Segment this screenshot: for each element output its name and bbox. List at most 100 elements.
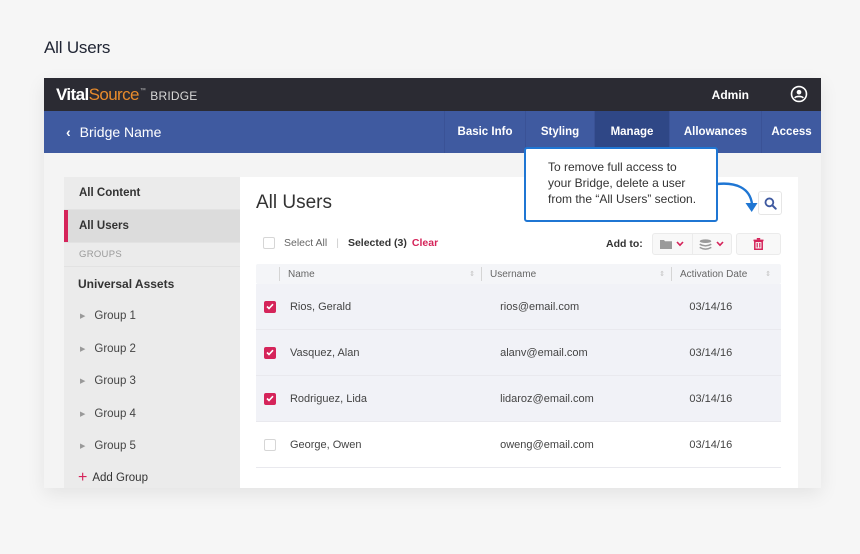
chevron-down-icon (716, 241, 724, 247)
cell-activation-date: 03/14/16 (689, 438, 733, 451)
sidebar-group-item[interactable]: ▶ Group 5 (64, 430, 240, 463)
add-group-button[interactable]: + Add Group (64, 463, 240, 489)
table-header: Name ⇕ Username ⇕ Activation Date ⇕ (256, 264, 781, 284)
expand-triangle-icon[interactable]: ▶ (80, 410, 85, 418)
sidebar-item-universal-assets[interactable]: Universal Assets (64, 267, 240, 300)
table-row[interactable] (256, 468, 781, 488)
add-to-controls: Add to: (606, 233, 732, 255)
column-divider (481, 267, 482, 281)
layers-icon (699, 238, 712, 250)
sidebar-item-all-content[interactable]: All Content (64, 177, 240, 210)
trash-icon (753, 238, 764, 250)
column-header-activation-date[interactable]: Activation Date ⇕ (671, 264, 781, 284)
expand-triangle-icon[interactable]: ▶ (80, 345, 85, 353)
add-to-label: Add to: (606, 238, 643, 250)
vitalsource-bridge-logo[interactable]: Vital Source ™ BRIDGE (56, 85, 198, 105)
sidebar-group-item[interactable]: ▶ Group 4 (64, 398, 240, 431)
add-group-label: Add Group (92, 471, 148, 484)
cell-username: rios@email.com (500, 300, 580, 313)
cell-activation-date: 03/14/16 (689, 346, 733, 359)
cell-name: Vasquez, Alan (289, 346, 360, 359)
checkmark-icon (266, 395, 274, 402)
sidebar: All Content All Users GROUPS Universal A… (64, 177, 240, 488)
user-name[interactable]: Admin (712, 88, 749, 102)
bridge-name: Bridge Name (79, 124, 162, 140)
delete-users-button[interactable] (736, 233, 781, 255)
group-label: Group 2 (94, 342, 136, 355)
expand-triangle-icon[interactable]: ▶ (80, 377, 85, 385)
sort-icon[interactable]: ⇕ (659, 270, 665, 278)
folder-icon (660, 240, 673, 249)
table-row[interactable]: Vasquez, Alan alanv@email.com 03/14/16 (256, 330, 781, 376)
group-label: Group 1 (94, 310, 136, 323)
column-label: Name (288, 268, 315, 280)
sidebar-group-item[interactable]: ▶ Group 1 (64, 300, 240, 333)
expand-triangle-icon[interactable]: ▶ (80, 442, 85, 450)
users-panel: All Users Select All | Selected (3) Clea… (240, 177, 798, 488)
row-checkbox[interactable] (264, 438, 276, 451)
checkmark-icon (266, 349, 274, 356)
callout-line: your Bridge, delete a user (548, 176, 686, 190)
sidebar-item-all-users[interactable]: All Users (64, 210, 240, 243)
search-icon (764, 197, 777, 210)
table-row[interactable]: Rodriguez, Lida lidaroz@email.com 03/14/… (256, 376, 781, 422)
sort-icon[interactable]: ⇕ (469, 270, 475, 278)
cell-name: Rodriguez, Lida (289, 392, 368, 405)
sidebar-section-groups: GROUPS (64, 243, 240, 267)
cell-name: George, Owen (289, 438, 362, 451)
selection-bar: Select All | Selected (3) Clear (263, 237, 438, 249)
add-to-collection-dropdown[interactable] (691, 234, 731, 254)
page-heading: All Users (44, 38, 111, 57)
clear-selection-link[interactable]: Clear (412, 237, 438, 249)
group-label: Group 4 (94, 407, 136, 420)
users-table: Name ⇕ Username ⇕ Activation Date ⇕ Rios, G… (256, 264, 781, 488)
row-checkbox[interactable] (264, 346, 276, 359)
select-all-checkbox[interactable] (263, 237, 275, 249)
column-label: Username (490, 268, 537, 280)
sidebar-group-item[interactable]: ▶ Group 3 (64, 365, 240, 398)
column-divider (671, 267, 672, 281)
cell-name: Rios, Gerald (289, 300, 352, 313)
column-header-name[interactable]: Name ⇕ (256, 264, 481, 284)
logo-tm: ™ (139, 87, 146, 94)
chevron-down-icon (676, 241, 684, 247)
row-checkbox[interactable] (264, 300, 276, 313)
back-to-bridge-link[interactable]: ‹ Bridge Name (44, 124, 161, 140)
selected-count: Selected (3) (347, 237, 407, 249)
sidebar-group-item[interactable]: ▶ Group 2 (64, 333, 240, 366)
tab-basic-info[interactable]: Basic Info (444, 111, 525, 153)
tab-access[interactable]: Access (761, 111, 821, 153)
app-window: Vital Source ™ BRIDGE Admin ‹ Bridge Name B… (44, 78, 821, 488)
cell-activation-date: 03/14/16 (689, 392, 733, 405)
column-divider (279, 267, 280, 281)
logo-bridge: BRIDGE (150, 88, 198, 103)
cell-username: oweng@email.com (500, 438, 594, 451)
callout-arrow-icon (716, 182, 758, 212)
callout-line: To remove full access to (548, 160, 677, 174)
add-to-folder-dropdown[interactable] (653, 234, 692, 254)
expand-triangle-icon[interactable]: ▶ (80, 312, 85, 320)
add-to-button-group (651, 233, 732, 255)
cell-username: alanv@email.com (500, 346, 588, 359)
logo-vital: Vital (56, 84, 89, 104)
table-row[interactable]: George, Owen oweng@email.com 03/14/16 (256, 422, 781, 468)
sort-icon[interactable]: ⇕ (765, 270, 771, 278)
cell-activation-date: 03/14/16 (689, 300, 733, 313)
select-all-label[interactable]: Select All (284, 237, 327, 249)
account-circle-icon[interactable] (790, 85, 808, 103)
callout-line: from the “All Users” section. (548, 192, 697, 206)
search-button[interactable] (758, 191, 782, 215)
column-header-username[interactable]: Username ⇕ (481, 264, 671, 284)
panel-title: All Users (256, 192, 333, 213)
group-label: Group 3 (94, 375, 136, 388)
tooltip-callout: To remove full access to your Bridge, de… (524, 147, 718, 222)
row-checkbox[interactable] (264, 392, 276, 405)
checkmark-icon (266, 303, 274, 310)
column-label: Activation Date (680, 268, 748, 280)
cell-username: lidaroz@email.com (500, 392, 594, 405)
top-bar: Vital Source ™ BRIDGE Admin (44, 78, 821, 111)
divider: | (336, 237, 339, 249)
group-label: Group 5 (94, 440, 136, 453)
plus-icon: + (78, 468, 88, 486)
table-row[interactable]: Rios, Gerald rios@email.com 03/14/16 (256, 284, 781, 330)
